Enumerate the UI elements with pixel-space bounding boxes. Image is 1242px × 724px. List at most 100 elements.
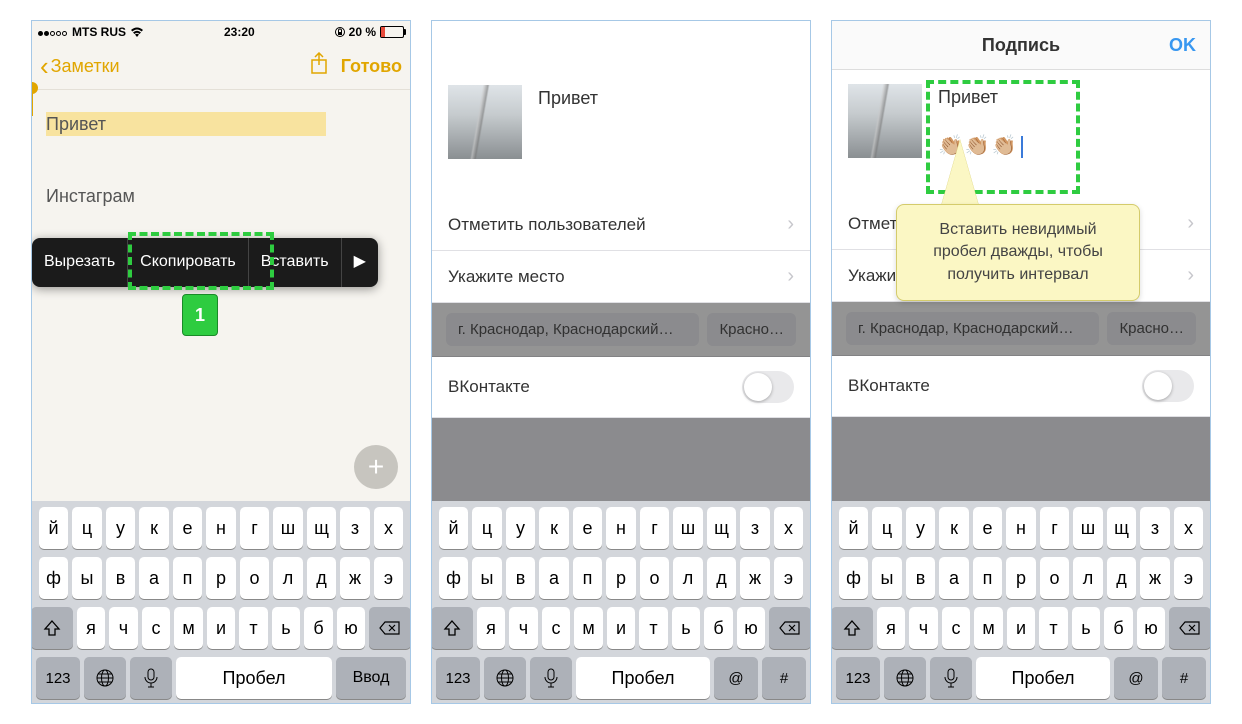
key-р[interactable]: р [1006,557,1036,599]
key-б[interactable]: б [1104,607,1133,649]
space-key[interactable]: Пробел [176,657,332,699]
key-й[interactable]: й [439,507,469,549]
key-л[interactable]: л [673,557,703,599]
key-я[interactable]: я [477,607,506,649]
key-э[interactable]: э [1174,557,1204,599]
key-п[interactable]: п [973,557,1003,599]
key-о[interactable]: о [240,557,270,599]
key-б[interactable]: б [704,607,733,649]
chip-city-2[interactable]: Красно… [707,313,796,346]
numbers-key[interactable]: 123 [36,657,80,699]
keyboard[interactable]: йцукенгшщзх фывапролджэ ячсмитьбю 123 Пр… [32,501,410,703]
key-с[interactable]: с [942,607,971,649]
chip-city[interactable]: г. Краснодар, Краснодарский… [846,312,1099,345]
note-line-1[interactable]: Привет [46,112,326,136]
key-н[interactable]: н [206,507,236,549]
shift-key[interactable] [831,607,873,649]
key-ц[interactable]: ц [472,507,502,549]
post-thumbnail[interactable] [848,84,922,158]
key-ю[interactable]: ю [337,607,366,649]
key-ф[interactable]: ф [839,557,869,599]
key-т[interactable]: т [1039,607,1068,649]
note-line-2[interactable]: Инстаграм [46,186,135,206]
key-у[interactable]: у [106,507,136,549]
share-icon[interactable] [309,52,329,81]
key-т[interactable]: т [239,607,268,649]
key-ч[interactable]: ч [109,607,138,649]
caption-text[interactable]: Привет [538,85,598,185]
key-ц[interactable]: ц [72,507,102,549]
back-button[interactable]: ‹ Заметки [40,53,120,79]
at-key[interactable]: @ [714,657,758,699]
key-ш[interactable]: ш [1073,507,1103,549]
key-м[interactable]: м [174,607,203,649]
key-з[interactable]: з [1140,507,1170,549]
key-и[interactable]: и [207,607,236,649]
key-ф[interactable]: ф [39,557,69,599]
key-щ[interactable]: щ [707,507,737,549]
key-ы[interactable]: ы [472,557,502,599]
key-й[interactable]: й [839,507,869,549]
key-з[interactable]: з [340,507,370,549]
key-к[interactable]: к [139,507,169,549]
key-т[interactable]: т [639,607,668,649]
key-ч[interactable]: ч [509,607,538,649]
key-ч[interactable]: ч [909,607,938,649]
key-э[interactable]: э [774,557,804,599]
key-м[interactable]: м [974,607,1003,649]
shift-key[interactable] [431,607,473,649]
key-п[interactable]: п [173,557,203,599]
key-м[interactable]: м [574,607,603,649]
key-н[interactable]: н [1006,507,1036,549]
key-о[interactable]: о [640,557,670,599]
row-place[interactable]: Укажите место › [432,251,810,303]
key-д[interactable]: д [1107,557,1137,599]
caption-area[interactable]: Привет [432,21,810,199]
row-vk[interactable]: ВКонтакте [432,357,810,418]
keyboard[interactable]: йцукенгшщзх фывапролджэ ячсмитьбю 123 Пр… [432,501,810,703]
key-о[interactable]: о [1040,557,1070,599]
chip-city[interactable]: г. Краснодар, Краснодарский… [446,313,699,346]
key-ш[interactable]: ш [273,507,303,549]
key-е[interactable]: е [573,507,603,549]
key-а[interactable]: а [539,557,569,599]
vk-toggle[interactable] [742,371,794,403]
key-и[interactable]: и [607,607,636,649]
key-ь[interactable]: ь [272,607,301,649]
note-body[interactable]: Привет Инстаграм Вырезать Скопировать Вс… [32,90,410,501]
backspace-key[interactable] [769,607,811,649]
key-а[interactable]: а [139,557,169,599]
key-ж[interactable]: ж [740,557,770,599]
menu-cut[interactable]: Вырезать [32,238,128,287]
key-н[interactable]: н [606,507,636,549]
backspace-key[interactable] [1169,607,1211,649]
post-thumbnail[interactable] [448,85,522,159]
key-х[interactable]: х [1174,507,1204,549]
key-д[interactable]: д [307,557,337,599]
row-vk[interactable]: ВКонтакте [832,356,1210,417]
hash-key[interactable]: # [1162,657,1206,699]
key-ы[interactable]: ы [72,557,102,599]
key-в[interactable]: в [506,557,536,599]
done-button[interactable]: Готово [341,56,402,77]
shift-key[interactable] [31,607,73,649]
key-л[interactable]: л [273,557,303,599]
key-г[interactable]: г [240,507,270,549]
key-г[interactable]: г [1040,507,1070,549]
key-ж[interactable]: ж [340,557,370,599]
key-ц[interactable]: ц [872,507,902,549]
key-й[interactable]: й [39,507,69,549]
key-я[interactable]: я [77,607,106,649]
key-р[interactable]: р [606,557,636,599]
key-ж[interactable]: ж [1140,557,1170,599]
menu-copy[interactable]: Скопировать [128,238,249,287]
key-д[interactable]: д [707,557,737,599]
key-р[interactable]: р [206,557,236,599]
enter-key[interactable]: Ввод [336,657,406,699]
key-е[interactable]: е [973,507,1003,549]
key-с[interactable]: с [542,607,571,649]
globe-key[interactable] [484,657,526,699]
key-я[interactable]: я [877,607,906,649]
numbers-key[interactable]: 123 [436,657,480,699]
add-button[interactable]: + [354,445,398,489]
